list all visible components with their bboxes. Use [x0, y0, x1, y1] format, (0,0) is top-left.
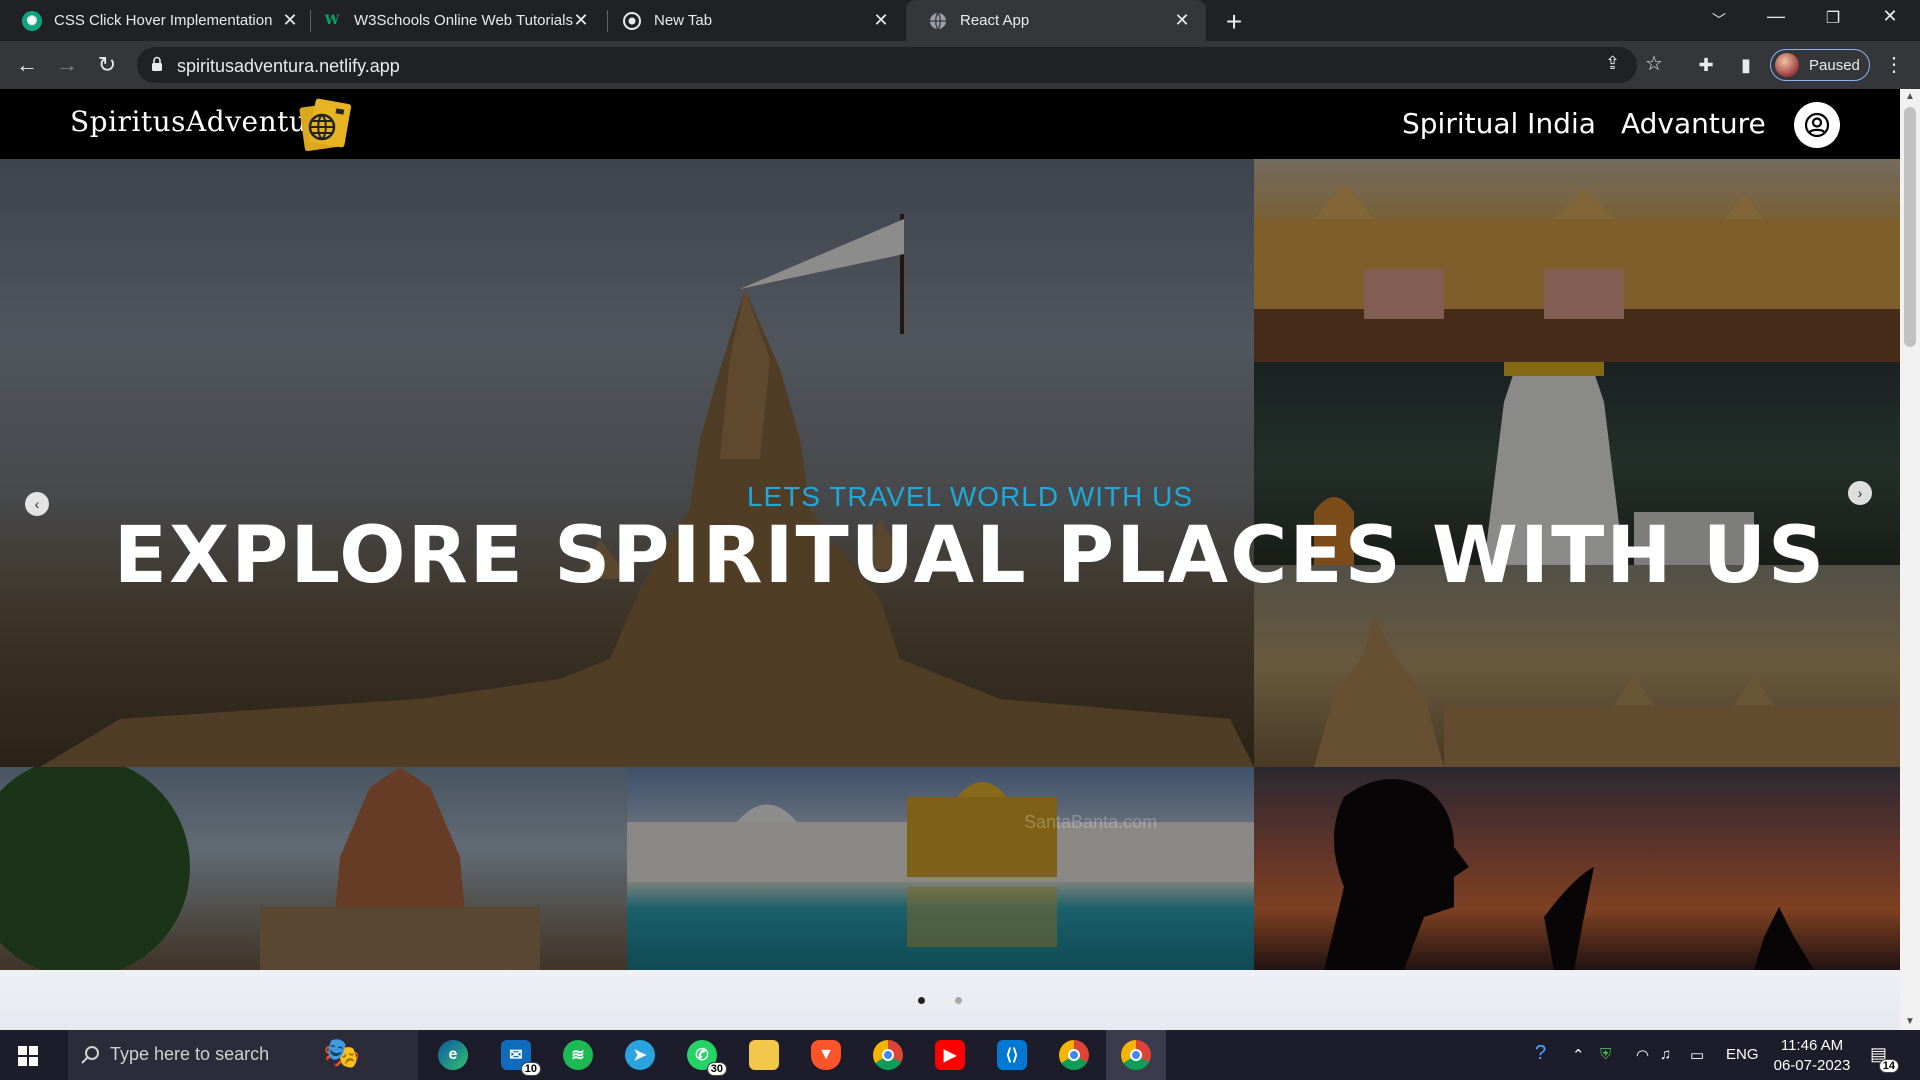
- clock-time: 11:46 AM: [1780, 1037, 1844, 1054]
- tab-new-tab[interactable]: New Tab ✕: [600, 0, 905, 41]
- address-bar[interactable]: spiritusadventura.netlify.app ⇪ ☆: [137, 47, 1663, 83]
- page-scrollbar[interactable]: ▲ ▼: [1900, 89, 1920, 1030]
- tab-react-app[interactable]: React App ✕: [906, 0, 1206, 41]
- close-icon[interactable]: ✕: [571, 10, 591, 31]
- chevron-up-icon[interactable]: ⌃: [1572, 1046, 1585, 1064]
- brave-icon[interactable]: ▼: [811, 1040, 841, 1070]
- tab-css-click-hover[interactable]: ✺ CSS Click Hover Implementation ✕: [0, 0, 310, 41]
- youtube-icon[interactable]: ▶: [935, 1040, 965, 1070]
- search-placeholder: Type here to search: [110, 1044, 270, 1064]
- hero-subtitle: LETS TRAVEL WORLD WITH US: [746, 481, 1194, 512]
- spotify-icon[interactable]: ≋: [563, 1040, 593, 1070]
- taskbar-search-box[interactable]: Type here to search 🎭: [68, 1030, 418, 1080]
- lock-icon: [152, 56, 162, 71]
- side-panel-icon[interactable]: ▮: [1732, 51, 1760, 79]
- close-icon[interactable]: ✕: [871, 10, 891, 31]
- close-icon[interactable]: ✕: [1172, 10, 1192, 31]
- browser-tab-bar: ✺ CSS Click Hover Implementation ✕ W W3S…: [0, 0, 1920, 41]
- wifi-icon[interactable]: ◠: [1636, 1046, 1649, 1064]
- tab-title: React App: [960, 12, 1030, 29]
- w3schools-icon: W: [324, 13, 340, 28]
- chrome-profile-2-icon[interactable]: [1059, 1040, 1089, 1070]
- window-close-button[interactable]: ✕: [1870, 6, 1910, 27]
- bookmark-star-icon[interactable]: ☆: [1645, 51, 1663, 76]
- carousel-next-button[interactable]: ›: [1848, 481, 1872, 505]
- user-circle-icon: [1804, 112, 1830, 138]
- language-indicator[interactable]: ENG: [1726, 1046, 1759, 1063]
- reload-button[interactable]: ↻: [93, 51, 121, 79]
- globe-icon: [928, 11, 948, 31]
- profile-status: Paused: [1809, 56, 1860, 74]
- shield-icon[interactable]: ⛨: [1600, 1046, 1611, 1063]
- passport-globe-logo-icon[interactable]: [296, 95, 354, 153]
- minimize-button[interactable]: —: [1756, 6, 1796, 27]
- clock-date: 06-07-2023: [1773, 1057, 1851, 1074]
- browser-toolbar: ← → ↻ spiritusadventura.netlify.app ⇪ ☆ …: [0, 41, 1920, 89]
- notification-center-icon[interactable]: ▤ 14: [1870, 1044, 1900, 1073]
- close-icon[interactable]: ✕: [280, 10, 300, 31]
- back-button[interactable]: ←: [13, 51, 41, 79]
- speaker-icon[interactable]: ♫: [1660, 1046, 1671, 1063]
- chatgpt-icon: ✺: [22, 10, 42, 31]
- whatsapp-icon[interactable]: ✆ 30: [687, 1040, 727, 1076]
- search-icon: [81, 1046, 99, 1064]
- extensions-puzzle-icon[interactable]: ✚: [1692, 51, 1720, 79]
- windows-taskbar: Type here to search 🎭 e ✉ 10 ≋ ➤ ✆ 30 ▼ ▶ …: [0, 1030, 1920, 1080]
- new-tab-button[interactable]: +: [1220, 6, 1248, 38]
- nav-link-spiritual-india[interactable]: Spiritual India: [1402, 107, 1596, 140]
- carousel-dot-2[interactable]: [955, 997, 962, 1004]
- battery-icon[interactable]: ▭: [1690, 1046, 1704, 1064]
- mail-icon[interactable]: ✉ 10: [501, 1040, 541, 1076]
- search-highlight-icon[interactable]: 🎭: [323, 1036, 360, 1071]
- whatsapp-badge: 30: [706, 1062, 727, 1076]
- tab-title: CSS Click Hover Implementation: [54, 12, 273, 29]
- share-icon[interactable]: ⇪: [1605, 53, 1620, 74]
- image-watermark: SantaBanta.com: [1024, 812, 1158, 832]
- tab-w3schools[interactable]: W W3Schools Online Web Tutorials ✕: [300, 0, 605, 41]
- chrome-active-icon[interactable]: [1121, 1040, 1151, 1070]
- scroll-down-arrow-icon[interactable]: ▼: [1904, 1016, 1916, 1028]
- tab-title: W3Schools Online Web Tutorials: [354, 12, 573, 29]
- edge-icon[interactable]: e: [438, 1040, 468, 1070]
- site-navbar: SpiritusAdventura Spiritual India Advant…: [0, 89, 1900, 159]
- carousel-dot-1[interactable]: [918, 997, 925, 1004]
- url-text: spiritusadventura.netlify.app: [177, 56, 400, 76]
- scroll-up-arrow-icon[interactable]: ▲: [1904, 91, 1916, 103]
- hero-title: EXPLORE SPIRITUAL PLACES WITH US: [113, 511, 1827, 601]
- windows-start-icon[interactable]: [18, 1046, 38, 1066]
- chrome-icon: [622, 11, 642, 31]
- web-page: SpiritusAdventura Spiritual India Advant…: [0, 89, 1900, 1030]
- system-clock[interactable]: 11:46 AM 06-07-2023: [1766, 1036, 1858, 1076]
- mail-badge: 10: [520, 1062, 541, 1076]
- carousel-prev-button[interactable]: ‹: [25, 492, 49, 516]
- scrollbar-thumb[interactable]: [1904, 107, 1916, 347]
- file-explorer-icon[interactable]: [749, 1040, 779, 1070]
- telegram-icon[interactable]: ➤: [625, 1040, 655, 1070]
- hero-carousel: SantaBanta.com LETS TRAVEL WORLD WITH US…: [0, 159, 1900, 970]
- more-menu-icon[interactable]: ⋮: [1880, 51, 1908, 79]
- chrome-taskbar-icon[interactable]: [873, 1040, 903, 1070]
- user-account-button[interactable]: [1794, 102, 1840, 148]
- notification-badge: 14: [1878, 1059, 1900, 1073]
- carousel-indicators: [0, 970, 1900, 1030]
- vscode-icon[interactable]: ⟨⟩: [997, 1040, 1027, 1070]
- tab-search-chevron-icon[interactable]: ﹀: [1699, 10, 1739, 30]
- tab-title: New Tab: [654, 12, 713, 29]
- help-icon[interactable]: ?: [1535, 1042, 1546, 1065]
- nav-link-advanture[interactable]: Advanture: [1621, 107, 1766, 140]
- forward-button[interactable]: →: [53, 51, 81, 79]
- profile-button[interactable]: Paused: [1770, 49, 1870, 81]
- restore-button[interactable]: ❐: [1813, 8, 1853, 28]
- avatar: [1775, 53, 1799, 77]
